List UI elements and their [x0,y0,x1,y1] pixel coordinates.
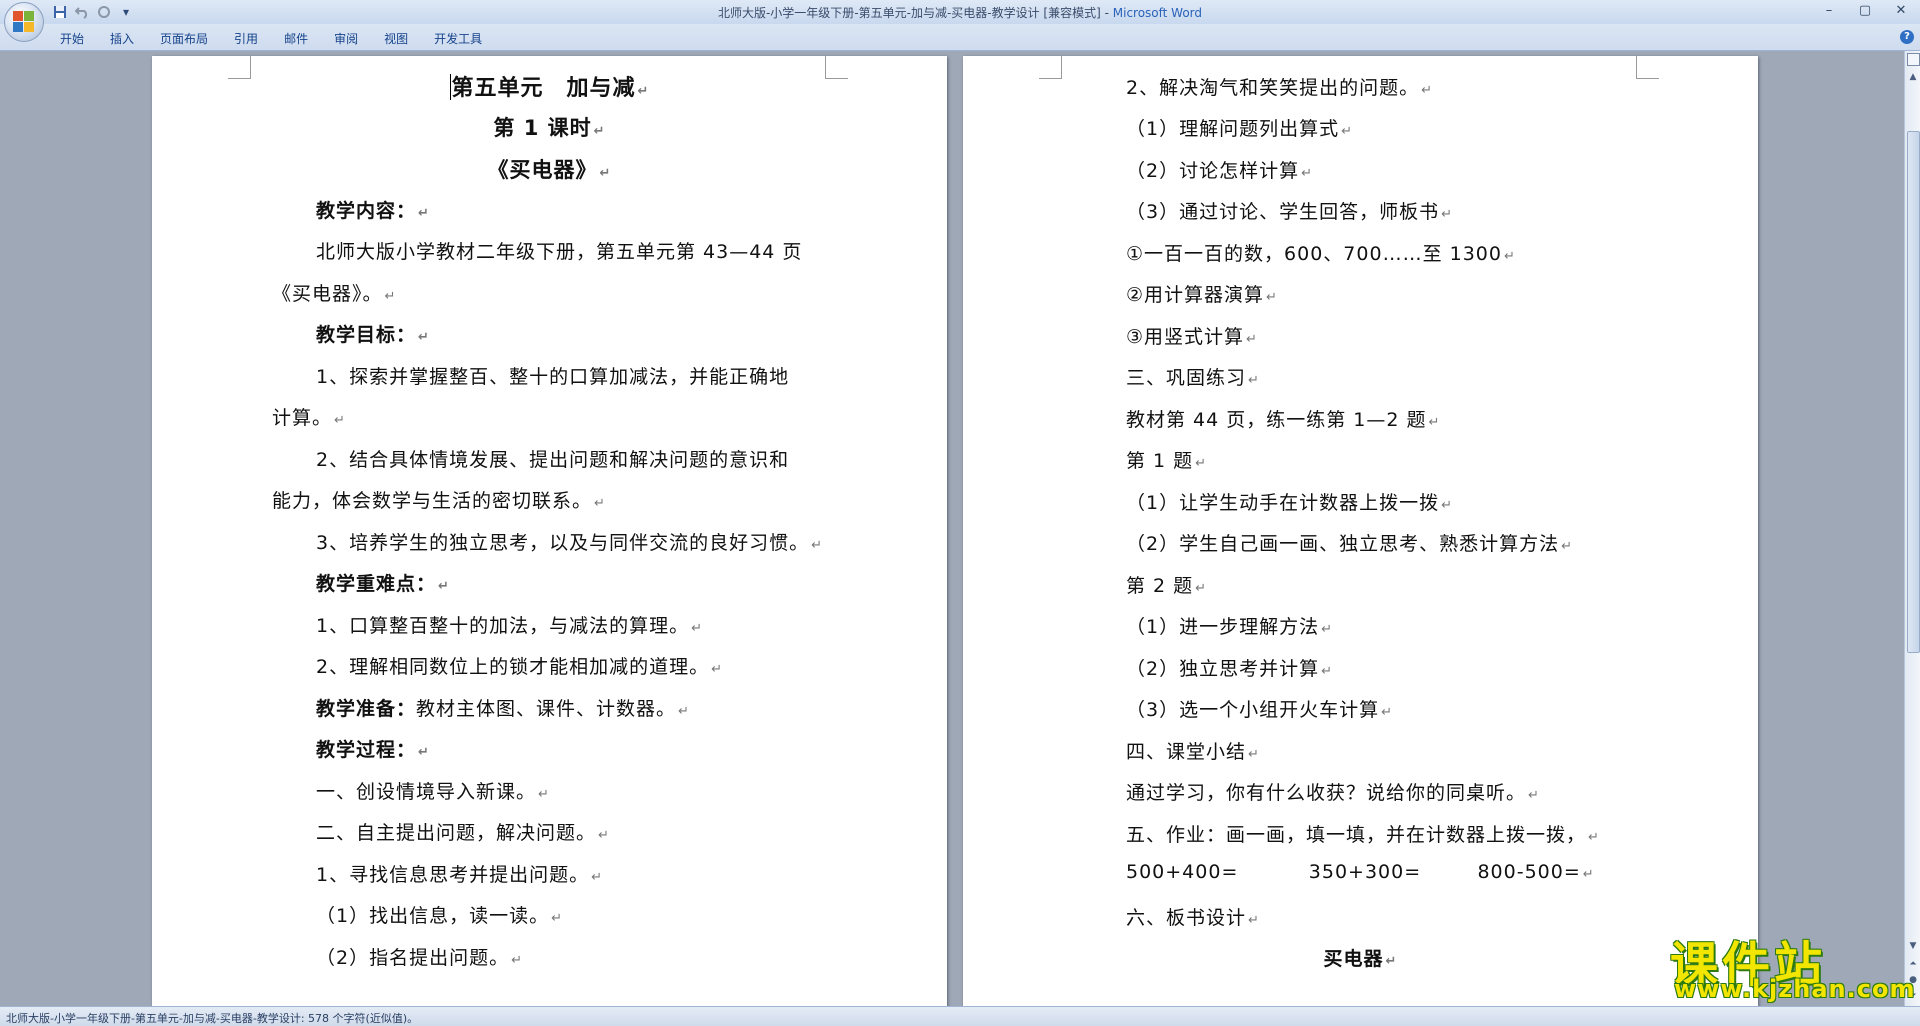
text-line: 《买电器》。 ↵ [272,283,397,305]
text-line: （1）让学生动手在计数器上拨一拨 ↵ [1126,492,1453,514]
crop-mark [1636,56,1659,79]
document-area[interactable]: 第五单元 加与减 ↵ 第 1 课时 ↵ 《买电器》 ↵ 教学内容： ↵ 北师大版小学教材… [0,51,1904,1006]
homework-equations: 500+400= 350+300= 800-500= ↵ [1126,861,1595,883]
minimize-button[interactable]: – [1818,2,1840,20]
text-line: 一、创设情境导入新课。 ↵ [316,781,550,803]
text-line: 二、自主提出问题，解决问题。 ↵ [316,822,610,844]
text-line: 2、解决淘气和笑笑提出的问题。 ↵ [1126,77,1433,99]
tab-insert[interactable]: 插入 [110,30,146,47]
crop-mark [1039,56,1062,79]
text-line: 六、板书设计 ↵ [1126,907,1260,929]
text-line: 教学准备：教材主体图、课件、计数器。 ↵ [316,698,690,720]
watermark-logo: 课件站 www.kjzhan.com [1668,925,1914,1003]
text-line: 教材第 44 页，练一练第 1—2 题 ↵ [1126,409,1441,431]
ribbon-tab-row: 开始 插入 页面布局 引用 邮件 审阅 视图 开发工具 ? [0,24,1920,51]
text-line: （2）学生自己画一画、独立思考、熟悉计算方法 ↵ [1126,533,1573,555]
text-line: 第 1 题 ↵ [1126,450,1208,472]
text-line: 计算。 ↵ [272,407,346,429]
text-line: （2）指名提出问题。 ↵ [316,947,523,969]
tab-mailings[interactable]: 邮件 [284,30,320,47]
title-bar: ▾ 北师大版-小学一年级下册-第五单元-加与减-买电器-教学设计 [兼容模式] … [0,0,1920,42]
text-line: （3）选一个小组开火车计算 ↵ [1126,699,1393,721]
maximize-button[interactable]: ▢ [1854,2,1876,20]
page-right[interactable]: 2、解决淘气和笑笑提出的问题。 ↵ （1）理解问题列出算式 ↵ （2）讨论怎样计算 ↵… [963,56,1758,1006]
tab-view[interactable]: 视图 [384,30,420,47]
app-name: Microsoft Word [1112,6,1203,20]
text-line: 三、巩固练习 ↵ [1126,367,1260,389]
section-heading: 教学重难点： ↵ [316,573,450,595]
text-line: ②用计算器演算 ↵ [1126,284,1278,306]
document-title: 北师大版-小学一年级下册-第五单元-加与减-买电器-教学设计 [兼容模式] - [717,6,1113,20]
help-icon[interactable]: ? [1900,30,1914,44]
scrollbar-thumb[interactable] [1907,131,1920,653]
text-line: ③用竖式计算 ↵ [1126,326,1258,348]
lesson-topic: 《买电器》 ↵ [487,158,612,182]
window-title: 北师大版-小学一年级下册-第五单元-加与减-买电器-教学设计 [兼容模式] - … [0,4,1920,21]
close-button[interactable]: ✕ [1890,2,1912,20]
tab-review[interactable]: 审阅 [334,30,370,47]
scroll-up-icon[interactable]: ▲ [1906,69,1920,85]
text-line: 2、结合具体情境发展、提出问题和解决问题的意识和 [316,449,790,471]
text-line: （3）通过讨论、学生回答，师板书 ↵ [1126,201,1453,223]
text-line: 通过学习，你有什么收获？说给你的同桌听。 ↵ [1126,782,1540,804]
text-line: 能力，体会数学与生活的密切联系。 ↵ [272,490,606,512]
section-heading: 教学过程： ↵ [316,739,430,761]
tab-page-layout[interactable]: 页面布局 [160,30,220,47]
board-design-title: 买电器 ↵ [1323,948,1398,970]
view-ruler-icon[interactable] [1907,53,1920,66]
text-line: 1、寻找信息思考并提出问题。 ↵ [316,864,603,886]
office-logo-icon [13,11,35,33]
text-line: 四、课堂小结 ↵ [1126,741,1260,763]
ribbon-tabs: 开始 插入 页面布局 引用 邮件 审阅 视图 开发工具 [60,30,508,47]
lesson-number: 第 1 课时 ↵ [493,116,606,140]
vertical-scrollbar[interactable]: ▲ ▼ ⏶ ● ⏷ [1904,51,1920,1006]
tab-references[interactable]: 引用 [234,30,270,47]
text-line: 1、探索并掌握整百、整十的口算加减法，并能正确地 [316,366,790,388]
scroll-down-icon[interactable]: ▼ [1906,938,1920,954]
text-line: 五、作业：画一画，填一填，并在计数器上拨一拨， ↵ [1126,824,1600,846]
text-cursor [449,74,451,100]
text-line: 1、口算整百整十的加法，与减法的算理。 ↵ [316,615,703,637]
window-controls: – ▢ ✕ [1818,2,1912,20]
text-line: （2）讨论怎样计算 ↵ [1126,160,1313,182]
watermark-url: www.kjzhan.com [1674,975,1916,1003]
text-line: 3、培养学生的独立思考，以及与同伴交流的良好习惯。 ↵ [316,532,823,554]
previous-page-icon[interactable]: ⏶ [1906,956,1920,972]
text-line: 2、理解相同数位上的锁才能相加减的道理。 ↵ [316,656,723,678]
unit-title: 第五单元 加与减 ↵ [449,74,650,101]
text-line: （1）找出信息，读一读。 ↵ [316,905,563,927]
status-text: 北师大版-小学一年级下册-第五单元-加与减-买电器-教学设计: 578 个字符(… [6,1012,419,1025]
section-heading: 教学内容： ↵ [316,200,430,222]
text-line: ①一百一百的数，600、700……至 1300 ↵ [1126,243,1516,265]
tab-developer[interactable]: 开发工具 [434,30,494,47]
text-line: （1）理解问题列出算式 ↵ [1126,118,1353,140]
status-bar: 北师大版-小学一年级下册-第五单元-加与减-买电器-教学设计: 578 个字符(… [0,1006,1920,1026]
text-line: 北师大版小学教材二年级下册，第五单元第 43—44 页 [316,241,803,263]
section-heading: 教学目标： ↵ [316,324,430,346]
text-line: （2）独立思考并计算 ↵ [1126,658,1333,680]
text-line: （1）进一步理解方法 ↵ [1126,616,1333,638]
office-button[interactable] [4,2,44,42]
tab-home[interactable]: 开始 [60,30,96,47]
text-line: 第 2 题 ↵ [1126,575,1208,597]
page-left[interactable]: 第五单元 加与减 ↵ 第 1 课时 ↵ 《买电器》 ↵ 教学内容： ↵ 北师大版小学教材… [152,56,947,1006]
